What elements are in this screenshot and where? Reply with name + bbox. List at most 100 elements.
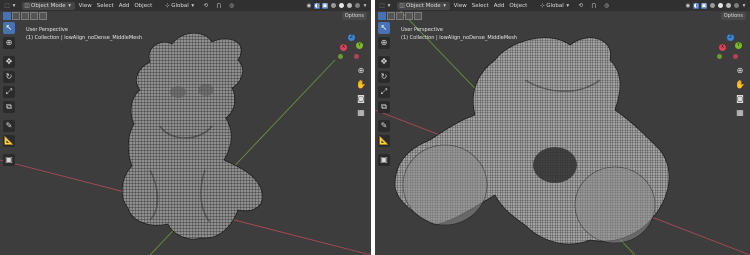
- gizmo-neg-y[interactable]: [717, 54, 722, 59]
- menu-view[interactable]: View: [453, 3, 468, 9]
- mode-label: Object Mode: [406, 2, 441, 9]
- cursor-3d-icon[interactable]: ⊕: [3, 37, 15, 49]
- snap-toggle[interactable]: ⋂: [589, 2, 599, 10]
- menu-select[interactable]: Select: [471, 3, 490, 9]
- zoom-icon[interactable]: ⊕: [356, 66, 366, 76]
- annotate-icon[interactable]: ✎: [378, 120, 390, 132]
- select-invert-button[interactable]: [405, 12, 413, 20]
- navigation-gizmo[interactable]: Z Y X: [336, 34, 364, 62]
- add-cube-icon[interactable]: ▣: [3, 154, 15, 166]
- scale-icon[interactable]: ⤢: [378, 86, 390, 98]
- gizmo-neg-y[interactable]: [338, 54, 343, 59]
- hand-pan-icon[interactable]: ✋: [735, 80, 745, 90]
- select-intersect-button[interactable]: [414, 12, 422, 20]
- measure-icon[interactable]: 📐: [3, 135, 15, 147]
- solid-shading-icon[interactable]: [339, 3, 344, 8]
- axis-icon: ⊹: [539, 2, 545, 9]
- transform-orientation-dropdown[interactable]: ⊹ Global ▾: [162, 2, 198, 10]
- camera-icon[interactable]: ◙: [356, 94, 366, 104]
- menu-select[interactable]: Select: [96, 3, 115, 9]
- viewport-right[interactable]: ⬚ ▾ ◫ Object Mode ▾ View Select Add Object …: [375, 0, 750, 255]
- options-button[interactable]: Options: [720, 12, 746, 20]
- move-icon[interactable]: ✥: [378, 56, 390, 68]
- annotate-icon[interactable]: ✎: [3, 120, 15, 132]
- eye-icon[interactable]: ◉: [685, 3, 691, 9]
- select-cursor-icon[interactable]: ↖: [3, 22, 15, 34]
- select-subtract-button[interactable]: [396, 12, 404, 20]
- viewport-left[interactable]: ⬚ ▾ ◫ Object Mode ▾ View Select Add Object …: [0, 0, 371, 255]
- mode-dropdown[interactable]: ◫ Object Mode ▾: [397, 1, 450, 10]
- options-button[interactable]: Options: [341, 12, 367, 20]
- gizmo-neg-x[interactable]: [354, 54, 359, 59]
- material-shading-icon[interactable]: [726, 3, 731, 8]
- object-mode-icon: ◫: [399, 2, 405, 9]
- rendered-shading-icon[interactable]: [355, 3, 360, 8]
- menu-object[interactable]: Object: [508, 3, 528, 9]
- viewport-header: ⬚ ▾ ◫ Object Mode ▾ View Select Add Object …: [375, 0, 750, 11]
- select-new-button[interactable]: [3, 12, 11, 20]
- gizmo-x-axis[interactable]: X: [719, 44, 726, 51]
- select-intersect-button[interactable]: [39, 12, 47, 20]
- select-extend-button[interactable]: [12, 12, 20, 20]
- chevron-down-icon[interactable]: ▾: [362, 3, 368, 9]
- chevron-down-icon[interactable]: ▾: [741, 3, 747, 9]
- menu-view[interactable]: View: [78, 3, 93, 9]
- wireframe-shading-icon[interactable]: [331, 3, 336, 8]
- select-cursor-icon[interactable]: ↖: [378, 22, 390, 34]
- overlays-icon[interactable]: ◐: [314, 2, 320, 9]
- editor-type-button[interactable]: ⬚ ▾: [377, 2, 394, 10]
- grid-view-icon[interactable]: ▦: [356, 108, 366, 118]
- transform-orientation-dropdown[interactable]: ⊹ Global ▾: [537, 2, 573, 10]
- gizmo-y-axis[interactable]: Y: [735, 42, 742, 49]
- hand-pan-icon[interactable]: ✋: [356, 80, 366, 90]
- select-invert-button[interactable]: [30, 12, 38, 20]
- grid-view-icon[interactable]: ▦: [735, 108, 745, 118]
- solid-shading-icon[interactable]: [718, 3, 723, 8]
- navigation-gizmo[interactable]: Z Y X: [715, 34, 743, 62]
- chevron-down-icon: ▾: [566, 2, 570, 9]
- measure-icon[interactable]: 📐: [378, 135, 390, 147]
- cube-editor-icon: ⬚: [4, 2, 10, 9]
- pivot-dropdown[interactable]: ⟲: [201, 2, 211, 10]
- transform-icon[interactable]: ⧉: [3, 101, 15, 113]
- rotate-icon[interactable]: ↻: [3, 71, 15, 83]
- scale-icon[interactable]: ⤢: [3, 86, 15, 98]
- zoom-icon[interactable]: ⊕: [735, 66, 745, 76]
- gizmo-x-axis[interactable]: X: [340, 44, 347, 51]
- rotate-icon[interactable]: ↻: [378, 71, 390, 83]
- select-new-button[interactable]: [378, 12, 386, 20]
- chevron-down-icon: ▾: [68, 2, 72, 9]
- add-cube-icon[interactable]: ▣: [378, 154, 390, 166]
- gargoyle-mesh: [121, 32, 264, 240]
- overlays-icon[interactable]: ◐: [693, 2, 699, 9]
- mode-dropdown[interactable]: ◫ Object Mode ▾: [22, 1, 75, 10]
- menu-add[interactable]: Add: [118, 3, 131, 9]
- proportional-edit-toggle[interactable]: ◎: [602, 2, 612, 10]
- select-extend-button[interactable]: [387, 12, 395, 20]
- editor-type-button[interactable]: ⬚ ▾: [2, 2, 19, 10]
- viewport-header: ⬚ ▾ ◫ Object Mode ▾ View Select Add Object …: [0, 0, 371, 11]
- menu-object[interactable]: Object: [133, 3, 153, 9]
- rendered-shading-icon[interactable]: [734, 3, 739, 8]
- selection-mode-group: [378, 12, 422, 20]
- eye-icon[interactable]: ◉: [306, 3, 312, 9]
- material-shading-icon[interactable]: [347, 3, 352, 8]
- magnet-icon: ⋂: [216, 2, 222, 9]
- snap-toggle[interactable]: ⋂: [214, 2, 224, 10]
- wireframe-shading-icon[interactable]: [710, 3, 715, 8]
- select-subtract-button[interactable]: [21, 12, 29, 20]
- camera-icon[interactable]: ◙: [735, 94, 745, 104]
- mode-label: Object Mode: [31, 2, 66, 9]
- transform-icon[interactable]: ⧉: [378, 101, 390, 113]
- gizmo-z-axis[interactable]: Z: [727, 34, 734, 41]
- proportional-edit-toggle[interactable]: ◎: [227, 2, 237, 10]
- gizmo-z-axis[interactable]: Z: [348, 34, 355, 41]
- gizmo-y-axis[interactable]: Y: [356, 42, 363, 49]
- xray-icon[interactable]: ▣: [701, 2, 707, 9]
- menu-add[interactable]: Add: [493, 3, 506, 9]
- xray-icon[interactable]: ▣: [322, 2, 328, 9]
- pivot-dropdown[interactable]: ⟲: [576, 2, 586, 10]
- cursor-3d-icon[interactable]: ⊕: [378, 37, 390, 49]
- gizmo-neg-x[interactable]: [733, 54, 738, 59]
- move-icon[interactable]: ✥: [3, 56, 15, 68]
